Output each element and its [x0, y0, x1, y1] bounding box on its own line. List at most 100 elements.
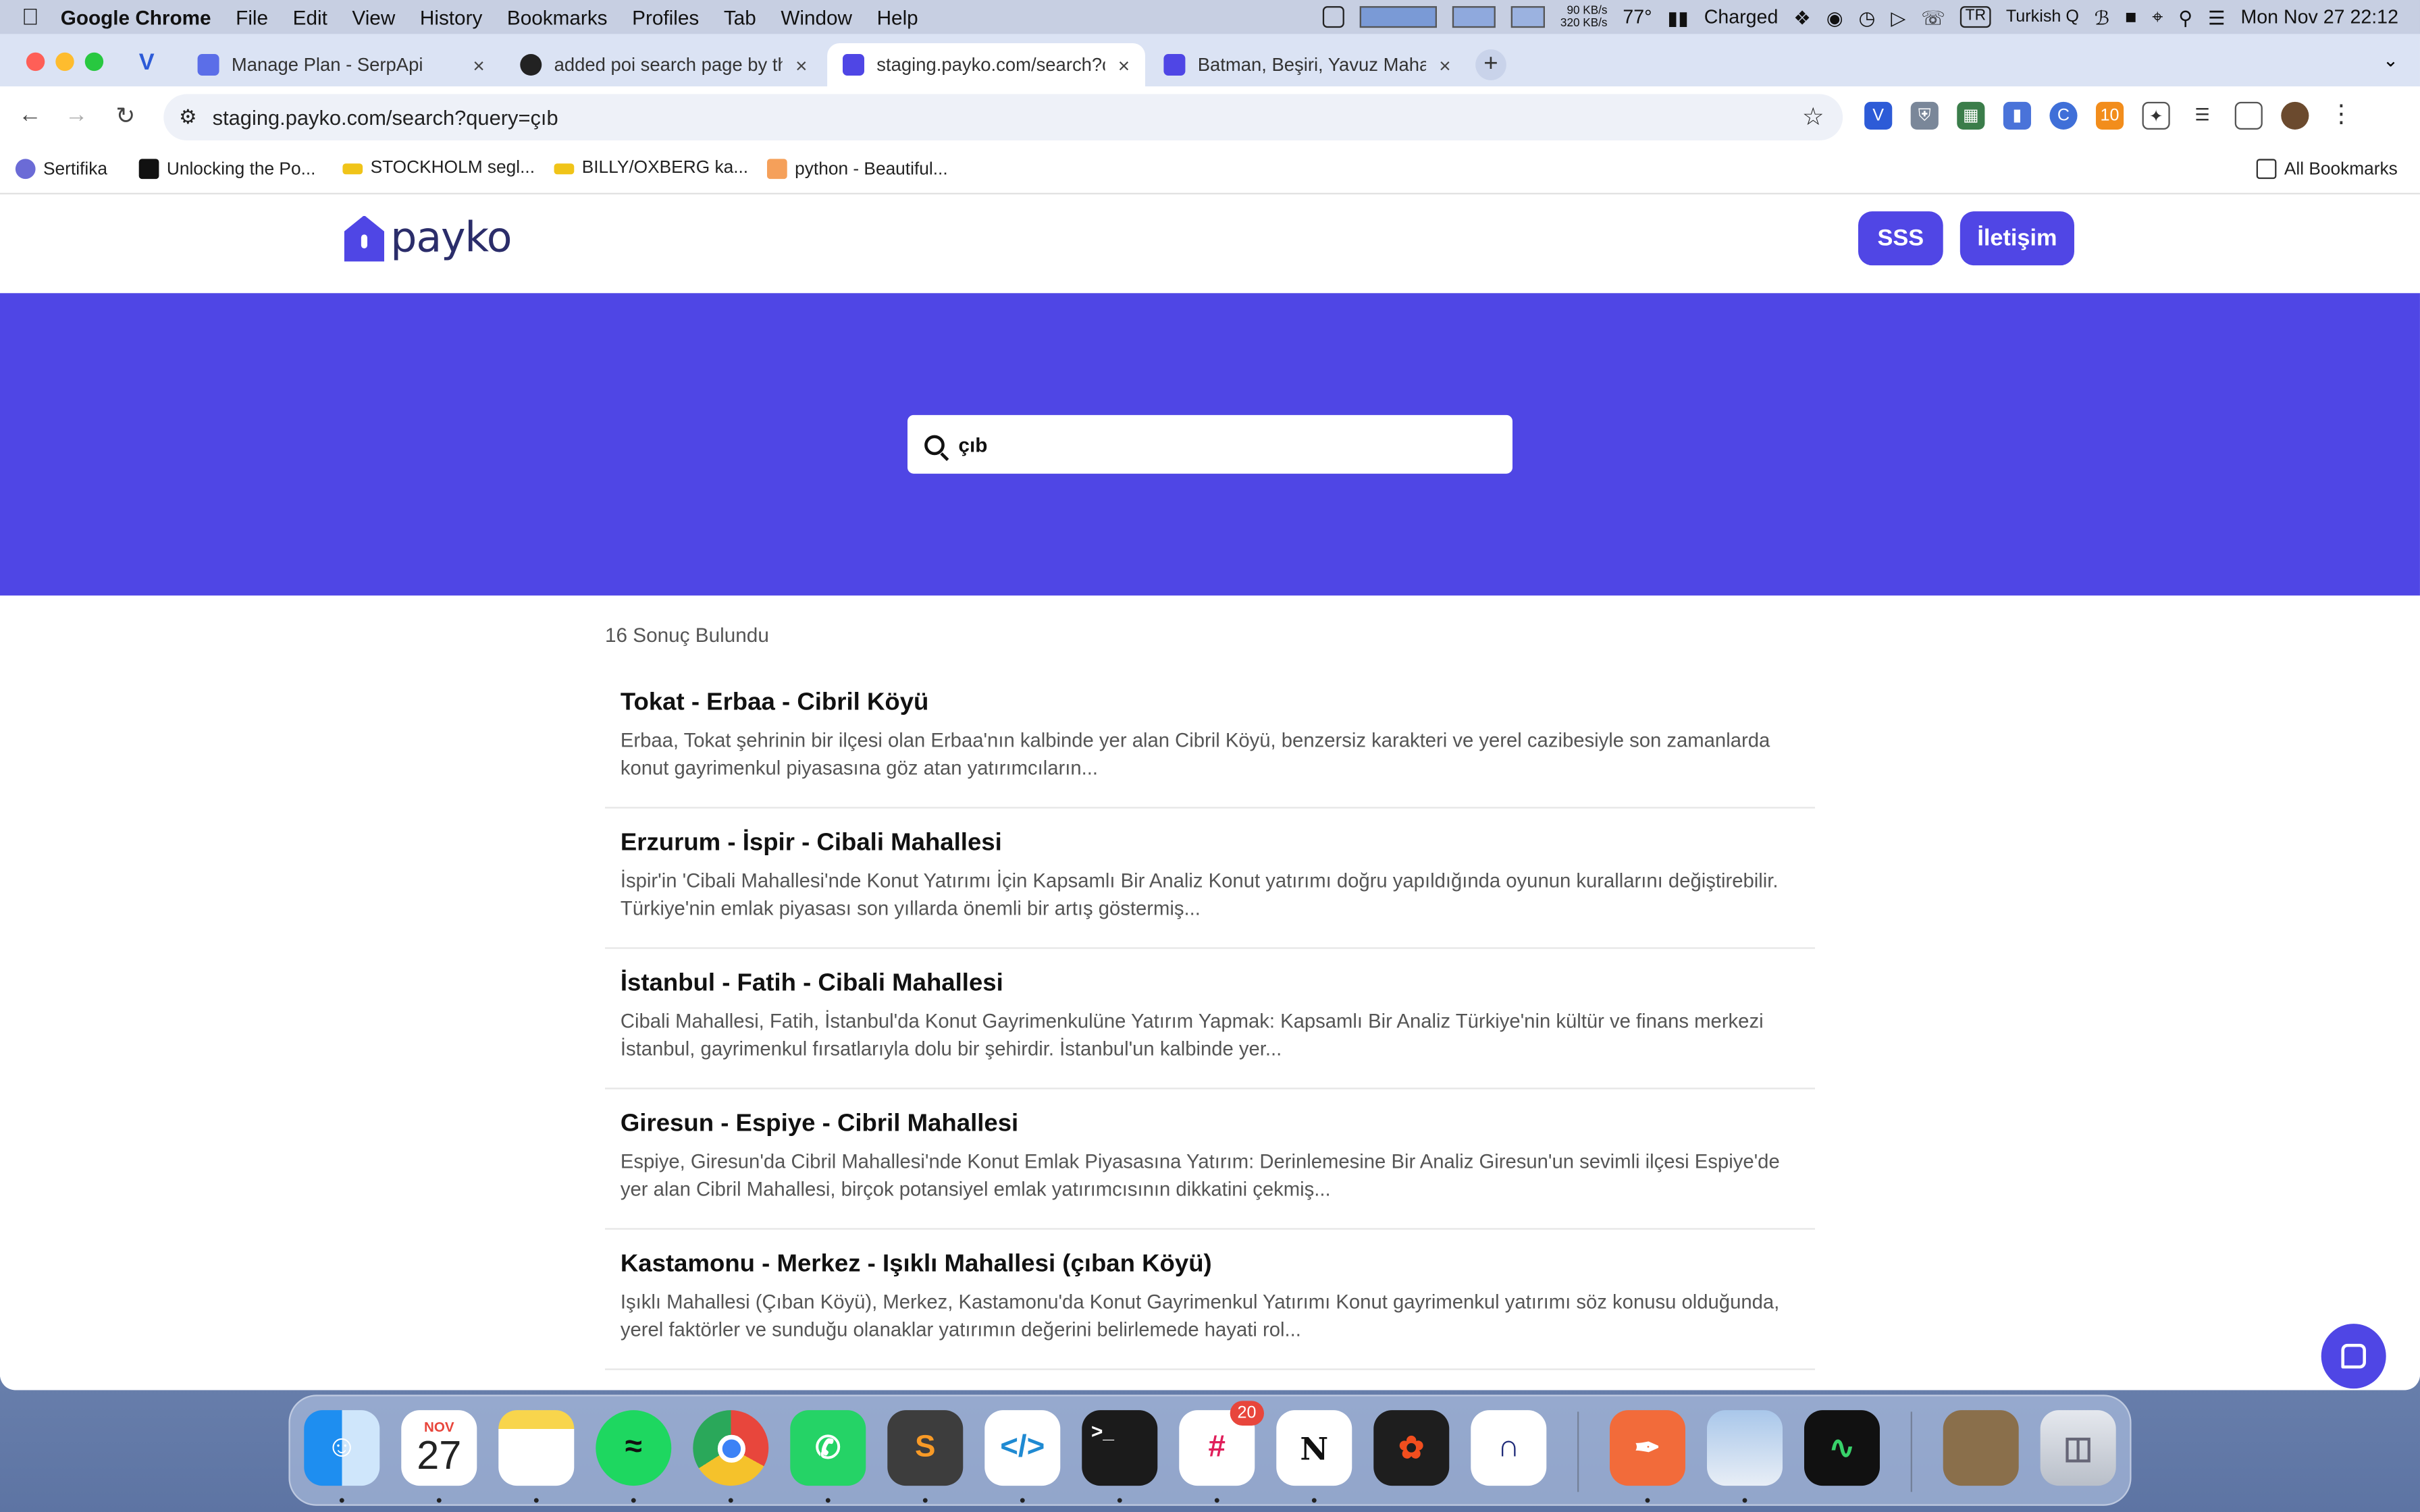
spotlight-icon[interactable]: ⚲	[2178, 5, 2192, 28]
close-window-button[interactable]	[26, 52, 45, 72]
menu-edit[interactable]: Edit	[280, 5, 340, 28]
result-title[interactable]: Erzurum - İspir - Cibali Mahallesi	[621, 830, 1799, 858]
puzzle-icon[interactable]: ✦	[2142, 101, 2170, 130]
side-panel-icon[interactable]	[2234, 101, 2263, 130]
tab-close-icon[interactable]: ×	[1439, 53, 1450, 76]
reload-icon[interactable]: ↻	[115, 102, 135, 130]
whatsapp-icon[interactable]: ✆	[790, 1410, 866, 1486]
back-arrow-icon[interactable]: ←	[18, 102, 41, 128]
preview-icon[interactable]	[1706, 1410, 1783, 1486]
spotify-icon[interactable]: ≈	[596, 1410, 672, 1486]
notes-icon[interactable]	[498, 1410, 575, 1486]
sublime-icon[interactable]: S	[887, 1410, 964, 1486]
menu-help[interactable]: Help	[864, 5, 930, 28]
tab-payko-search[interactable]: staging.payko.com/search?q ×	[827, 43, 1145, 86]
battery-icon[interactable]: ▮▮	[1667, 5, 1688, 28]
url-text[interactable]: staging.payko.com/search?query=çıb	[213, 106, 558, 129]
bookmark-item[interactable]: Unlocking the Po...	[138, 159, 315, 180]
menu-window[interactable]: Window	[768, 5, 864, 28]
tab-github[interactable]: added poi search page by th ×	[504, 43, 822, 86]
copyright-icon[interactable]: C	[2049, 101, 2078, 130]
vivid-extension-icon[interactable]: V	[139, 49, 155, 76]
notion-icon[interactable]: N	[1276, 1410, 1352, 1486]
search-query[interactable]: çıb	[958, 433, 987, 456]
minimize-window-button[interactable]	[55, 52, 74, 72]
menu-file[interactable]: File	[223, 5, 280, 28]
chrome-icon[interactable]	[693, 1410, 769, 1486]
menu-profiles[interactable]: Profiles	[620, 5, 712, 28]
activity-monitor-icon[interactable]: ∿	[1804, 1410, 1880, 1486]
chat-widget-button[interactable]	[2321, 1324, 2386, 1389]
counter-extension-icon[interactable]: 10	[2095, 101, 2124, 130]
ublock-icon[interactable]: ⛨	[1910, 101, 1939, 130]
network-speed[interactable]: 90 KB/s 320 KB/s	[1560, 4, 1608, 30]
bookmark-item[interactable]: BILLY/OXBERG ka...	[554, 159, 748, 178]
tab-serpapi[interactable]: Manage Plan - SerpApi ×	[182, 43, 500, 86]
result-title[interactable]: Kastamonu - Merkez - Işıklı Mahallesi (ç…	[621, 1251, 1799, 1279]
tab-close-icon[interactable]: ×	[473, 53, 484, 76]
clock[interactable]: Mon Nov 27 22:12	[2240, 6, 2398, 28]
finder-icon[interactable]: ☺	[304, 1410, 380, 1486]
kebab-menu-icon[interactable]: ⋮	[2327, 101, 2355, 130]
tab-close-icon[interactable]: ×	[795, 53, 807, 76]
site-settings-icon[interactable]: ⚙	[179, 105, 197, 130]
analytics-icon[interactable]: ▮	[2003, 101, 2031, 130]
new-tab-button[interactable]: +	[1475, 49, 1506, 80]
address-bar[interactable]: ⚙ staging.payko.com/search?query=çıb ☆	[163, 94, 1843, 140]
control-center-icon[interactable]: ☰	[2208, 5, 2226, 28]
vscode-icon[interactable]: </>	[984, 1410, 1061, 1486]
contact-button[interactable]: İletişim	[1959, 211, 2074, 266]
payko-logo[interactable]: payko	[344, 215, 512, 263]
bookmark-star-icon[interactable]: ☆	[1802, 102, 1824, 133]
menu-history[interactable]: History	[408, 5, 495, 28]
figma-icon[interactable]: ✿	[1373, 1410, 1450, 1486]
tab-batman[interactable]: Batman, Beşiri, Yavuz Mahalle ×	[1149, 43, 1467, 86]
time-machine-icon[interactable]: ◷	[1859, 5, 1876, 28]
result-item[interactable]: Erzurum - İspir - Cibali Mahallesi İspir…	[604, 809, 1815, 949]
menu-bookmarks[interactable]: Bookmarks	[495, 5, 620, 28]
grammarly-icon[interactable]: ◉	[1826, 5, 1843, 28]
app-menu[interactable]: Google Chrome	[51, 5, 223, 28]
bookmark-item[interactable]: STOCKHOLM segl...	[342, 159, 535, 178]
menu-tab[interactable]: Tab	[712, 5, 768, 28]
headphones-icon[interactable]: ☏	[1921, 5, 1945, 28]
menu-view[interactable]: View	[340, 5, 407, 28]
calendar-icon[interactable]: NOV 27	[401, 1410, 477, 1486]
forward-arrow-icon[interactable]: →	[65, 102, 88, 128]
battery-charge-icon[interactable]: ■	[2125, 6, 2136, 28]
photo-stack-icon[interactable]	[1943, 1410, 2019, 1486]
vivid-icon[interactable]: V	[1864, 101, 1893, 130]
memory-graph-icon[interactable]	[1452, 6, 1496, 28]
disk-graph-icon[interactable]	[1510, 6, 1546, 28]
wifi-icon[interactable]: ⌖	[2152, 5, 2163, 28]
all-bookmarks[interactable]: All Bookmarks	[2256, 159, 2398, 180]
tab-search-chevron-icon[interactable]: ⌄	[2383, 49, 2398, 71]
profile-avatar[interactable]	[2281, 101, 2309, 130]
result-item[interactable]: İstanbul - Fatih - Cibali Mahallesi Ciba…	[604, 949, 1815, 1089]
sss-button[interactable]: SSS	[1858, 211, 1943, 266]
cpu-graph-icon[interactable]	[1359, 6, 1438, 28]
zoom-window-button[interactable]	[84, 52, 104, 72]
reading-list-icon[interactable]: ☰	[2188, 101, 2217, 130]
temperature[interactable]: 77°	[1623, 6, 1652, 28]
dropbox-icon[interactable]: ❖	[1793, 5, 1811, 28]
notion-status-icon[interactable]	[1322, 6, 1344, 28]
terminal-icon[interactable]: >_	[1082, 1410, 1158, 1486]
search-input[interactable]: çıb	[907, 414, 1512, 474]
postman-icon[interactable]: ✒	[1609, 1410, 1685, 1486]
result-item[interactable]: Giresun - Espiye - Cibril Mahallesi Espi…	[604, 1089, 1815, 1230]
result-title[interactable]: İstanbul - Fatih - Cibali Mahallesi	[621, 971, 1799, 998]
result-item[interactable]: Tokat - Erbaa - Cibril Köyü Erbaa, Tokat…	[604, 668, 1815, 809]
input-source-label[interactable]: Turkish Q	[2006, 7, 2079, 26]
bluetooth-icon[interactable]: ℬ	[2095, 5, 2109, 28]
extension-grid-icon[interactable]: ▦	[1957, 101, 1985, 130]
result-title[interactable]: Giresun - Espiye - Cibril Mahallesi	[621, 1111, 1799, 1139]
trash-icon[interactable]: ◫	[2040, 1410, 2116, 1486]
slack-icon[interactable]: #20	[1179, 1401, 1264, 1486]
bookmark-item[interactable]: Sertifika	[15, 159, 107, 180]
result-title[interactable]: Tokat - Erbaa - Cibril Köyü	[621, 690, 1799, 718]
apple-icon[interactable]: 	[0, 4, 51, 30]
play-icon[interactable]: ▷	[1891, 5, 1905, 28]
bookmark-item[interactable]: python - Beautiful...	[766, 159, 948, 180]
linear-icon[interactable]: ∩	[1471, 1410, 1547, 1486]
